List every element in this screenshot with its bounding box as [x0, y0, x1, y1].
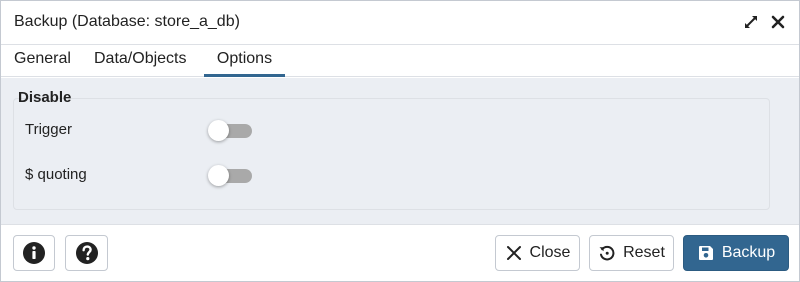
info-button[interactable]	[13, 235, 55, 271]
close-button[interactable]: Close	[495, 235, 580, 271]
backup-button-label: Backup	[721, 244, 776, 261]
tab-general[interactable]: General	[14, 45, 72, 77]
dialog-titlebar[interactable]: Backup (Database: store_a_db)	[1, 1, 799, 45]
reset-button[interactable]: Reset	[589, 235, 674, 271]
tab-bar: General Data/Objects Options	[1, 45, 799, 77]
expand-icon[interactable]	[742, 13, 760, 31]
save-icon	[697, 244, 715, 262]
options-panel: Disable Trigger $ quoting	[1, 78, 799, 224]
close-button-label: Close	[529, 244, 571, 261]
dollar-quoting-label: $ quoting	[25, 166, 87, 183]
reset-button-label: Reset	[623, 244, 665, 261]
dialog-footer: Close Reset Backup	[1, 224, 799, 281]
dollar-quoting-toggle-knob	[208, 165, 229, 186]
help-button[interactable]	[65, 235, 108, 271]
backup-button[interactable]: Backup	[683, 235, 789, 271]
trigger-toggle-knob	[208, 120, 229, 141]
dollar-quoting-toggle[interactable]	[208, 164, 252, 186]
reset-icon	[598, 244, 616, 262]
tab-data-objects[interactable]: Data/Objects	[94, 45, 194, 77]
close-icon	[505, 244, 523, 262]
vertical-scrollbar[interactable]	[780, 78, 799, 224]
close-icon[interactable]	[769, 13, 787, 31]
disable-section-title: Disable	[18, 89, 72, 106]
disable-fieldset	[13, 98, 770, 210]
trigger-label: Trigger	[25, 121, 72, 138]
trigger-toggle[interactable]	[208, 119, 252, 141]
tab-options[interactable]: Options	[204, 45, 285, 77]
dialog-title: Backup (Database: store_a_db)	[14, 13, 240, 30]
info-icon	[22, 241, 46, 265]
backup-dialog: Backup (Database: store_a_db) General Da…	[0, 0, 800, 282]
help-icon	[75, 241, 99, 265]
